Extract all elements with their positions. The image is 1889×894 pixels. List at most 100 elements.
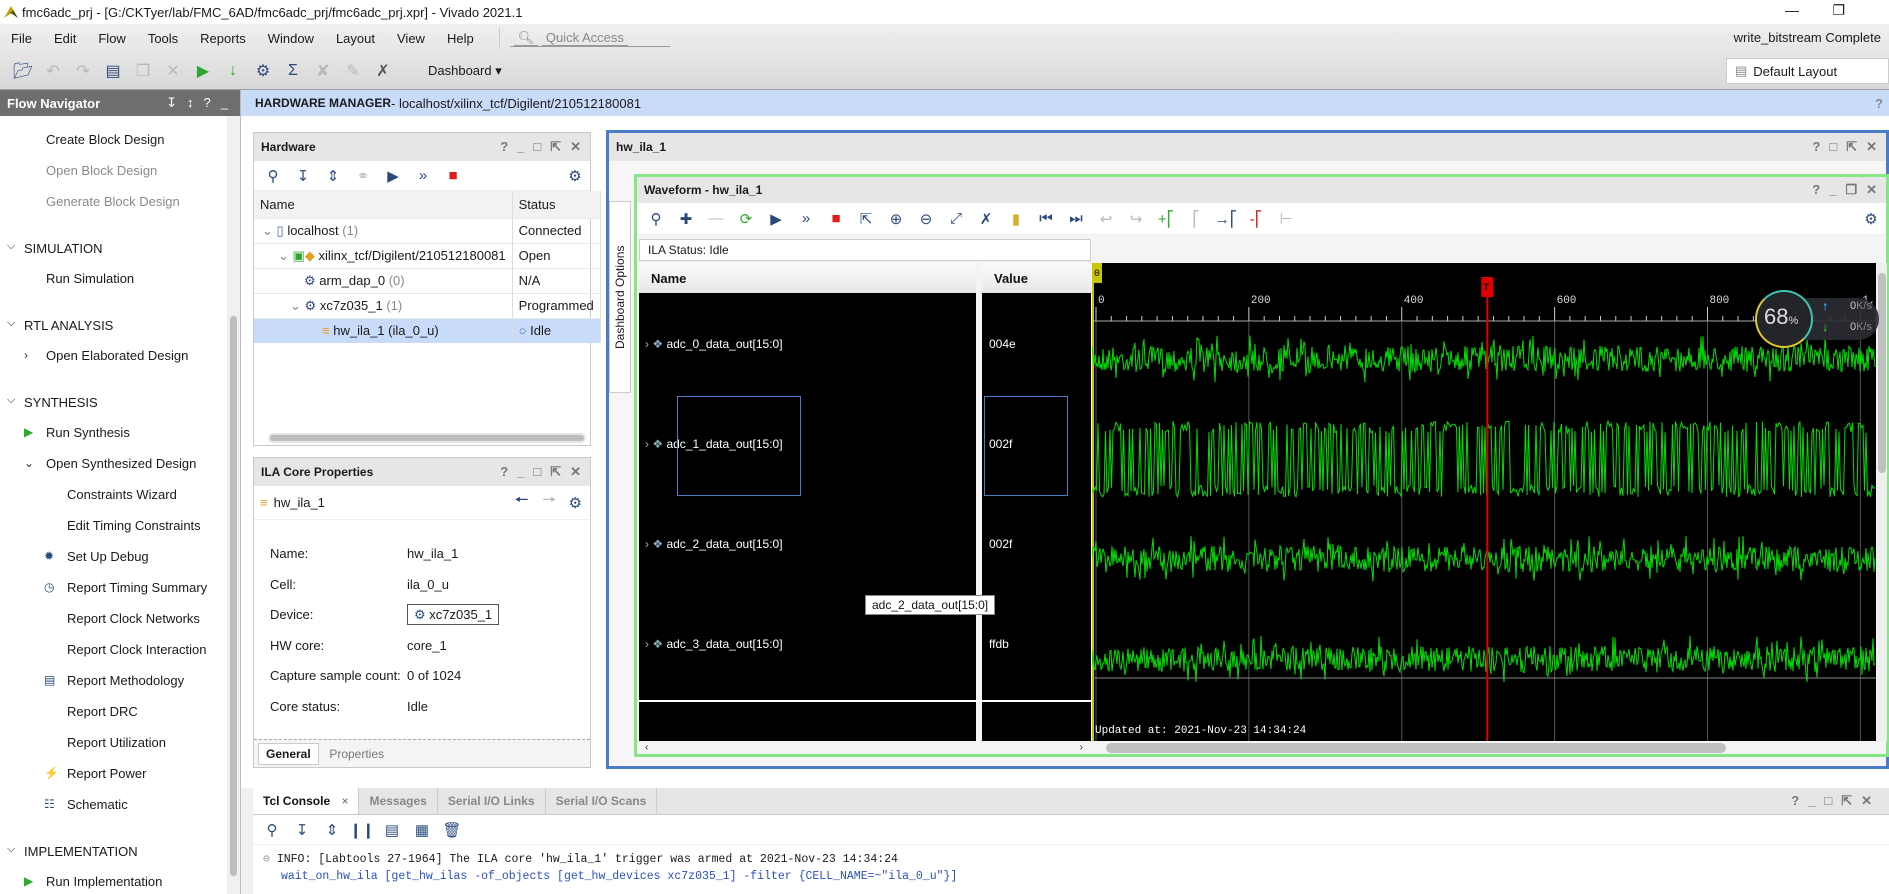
column-status[interactable]: Status (512, 191, 601, 218)
navigator-scrollbar[interactable] (227, 116, 240, 894)
menu-layout[interactable]: Layout (325, 31, 386, 46)
nav-item-edit-timing-constraints[interactable]: Edit Timing Constraints (0, 510, 228, 541)
run-trigger-immediate-icon[interactable]: » (408, 167, 438, 184)
tree-row-target[interactable]: ⌄ ▣◆ xilinx_tcf/Digilent/210512180081 Ope… (254, 242, 601, 268)
refresh-icon[interactable]: ⟳ (731, 210, 761, 228)
nav-item-run-implementation[interactable]: ▶ Run Implementation (0, 866, 228, 894)
copy-icon[interactable]: ▤ (377, 821, 407, 839)
tool2-icon[interactable]: ✎ (338, 61, 368, 81)
nav-item-report-utilization[interactable]: Report Utilization (0, 727, 228, 758)
debug-icon[interactable]: ✗ (368, 61, 398, 81)
navigator-controls[interactable]: ↧↕?_ (166, 95, 240, 111)
chevron-right-icon[interactable]: › (645, 437, 649, 451)
delete-marker-icon[interactable]: -⎡ (1241, 210, 1271, 228)
panel-controls[interactable]: ?□⇱✕ (1812, 139, 1886, 155)
panel-controls[interactable]: ?_□⇱✕ (500, 464, 590, 480)
tab-messages[interactable]: Messages (359, 788, 438, 814)
chevron-right-icon[interactable]: › (645, 637, 649, 651)
remove-icon[interactable]: — (701, 210, 731, 227)
dashboard-options-tab[interactable]: Dashboard Options (609, 201, 631, 393)
next-marker-icon[interactable]: →⎡ (1211, 210, 1241, 228)
zoom-fit-icon[interactable]: ⤢ (941, 210, 971, 227)
restore-icon[interactable]: ❐ (1832, 2, 1845, 19)
go-to-cursor-icon[interactable]: ▮ (1001, 210, 1031, 228)
column-name[interactable]: Name (254, 191, 513, 218)
layout-selector[interactable]: ▤ Default Layout (1726, 58, 1889, 84)
panel-controls[interactable]: ?_□⇱✕ (500, 139, 590, 155)
prev-transition-icon[interactable]: ↩ (1091, 210, 1121, 228)
quick-access-input[interactable]: Quick Access (541, 29, 628, 46)
nav-section-rtl-analysis[interactable]: RTL ANALYSIS (0, 309, 228, 340)
nav-item-open-block-design[interactable]: Open Block Design (0, 155, 228, 186)
menu-view[interactable]: View (386, 31, 436, 46)
menu-reports[interactable]: Reports (189, 31, 257, 46)
collapse-all-icon[interactable]: ↧ (288, 167, 318, 185)
panel-controls[interactable]: ?_□⇱✕ (1791, 793, 1881, 809)
settings-icon[interactable]: ⚙ (569, 494, 582, 512)
nav-section-simulation[interactable]: SIMULATION (0, 232, 228, 263)
swap-cursors-icon[interactable]: ⊢ (1271, 210, 1301, 228)
device-link[interactable]: ⚙ xc7z035_1 (407, 604, 500, 626)
nav-item-open-elaborated-design[interactable]: › Open Elaborated Design (0, 340, 228, 371)
help-icon[interactable]: ? (1875, 96, 1883, 111)
generate-bitstream-icon[interactable]: ↓ (218, 62, 248, 80)
column-value[interactable]: Value (982, 263, 1091, 293)
nav-item-generate-block-design[interactable]: Generate Block Design (0, 186, 228, 217)
dashboard-dropdown[interactable]: Dashboard ▾ (428, 63, 502, 79)
menu-window[interactable]: Window (257, 31, 325, 46)
zoom-in-icon[interactable]: ⊕ (881, 210, 911, 228)
go-to-end-icon[interactable]: ⏭ (1061, 210, 1091, 227)
panel-controls[interactable]: ?_❐✕ (1812, 182, 1886, 198)
nav-item-report-timing-summary[interactable]: ◷ Report Timing Summary (0, 572, 228, 603)
pause-icon[interactable]: ❙❙ (347, 821, 377, 839)
tab-properties[interactable]: Properties (322, 744, 391, 764)
settings-icon[interactable]: ⚙ (560, 167, 590, 185)
run-icon[interactable]: ▶ (188, 61, 218, 81)
expand-all-icon[interactable]: ⇕ (317, 821, 347, 839)
hw-ila-tab-title[interactable]: hw_ila_1 (616, 140, 666, 154)
nav-item-report-clock-networks[interactable]: Report Clock Networks (0, 603, 228, 634)
sigma-icon[interactable]: Σ (278, 62, 308, 80)
tab-serial-io-scans[interactable]: Serial I/O Scans (546, 788, 658, 814)
redo-icon[interactable]: ↷ (68, 61, 98, 81)
add-icon[interactable]: ✚ (671, 210, 701, 228)
zoom-out-icon[interactable]: ⊖ (911, 210, 941, 228)
tree-row-arm-dap[interactable]: ⚙ arm_dap_0 (0) N/A (254, 267, 601, 293)
nav-item-run-synthesis[interactable]: ▶ Run Synthesis (0, 417, 228, 448)
nav-item-set-up-debug[interactable]: ✹ Set Up Debug (0, 541, 228, 572)
nav-item-run-simulation[interactable]: Run Simulation (0, 263, 228, 294)
chevron-down-icon[interactable]: ⌄ (262, 223, 273, 238)
menu-help[interactable]: Help (436, 31, 485, 46)
signal-row[interactable]: › ❖ adc_2_data_out[15:0] (645, 537, 783, 551)
prev-marker-icon[interactable]: ⎡ (1181, 210, 1211, 228)
nav-item-constraints-wizard[interactable]: Constraints Wizard (0, 479, 228, 510)
tool-icon[interactable]: ✘ (308, 61, 338, 81)
settings-icon[interactable]: ⚙ (1856, 210, 1886, 228)
minimize-icon[interactable]: — (1785, 2, 1799, 18)
chevron-right-icon[interactable]: › (645, 337, 649, 351)
menu-edit[interactable]: Edit (43, 31, 87, 46)
column-name[interactable]: Name (639, 263, 976, 293)
menu-flow[interactable]: Flow (87, 31, 136, 46)
table-icon[interactable]: ▦ (407, 821, 437, 839)
menu-tools[interactable]: Tools (137, 31, 189, 46)
run-trigger-icon[interactable]: ▶ (378, 167, 408, 185)
expand-all-icon[interactable]: ⇕ (318, 167, 348, 185)
next-transition-icon[interactable]: ↪ (1121, 210, 1151, 228)
chevron-right-icon[interactable]: › (645, 537, 649, 551)
cursor-icon[interactable]: ✗ (971, 210, 1001, 228)
search-icon[interactable]: ⚲ (641, 210, 671, 228)
nav-item-open-synthesized-design[interactable]: ⌄ Open Synthesized Design (0, 448, 228, 479)
delete-icon[interactable]: ✕ (158, 61, 188, 81)
stop-icon[interactable]: ■ (821, 210, 851, 227)
report-icon[interactable]: ▤ (98, 61, 128, 81)
nav-item-report-drc[interactable]: Report DRC (0, 696, 228, 727)
collapse-all-icon[interactable]: ↧ (287, 821, 317, 839)
waveform-scrollbar[interactable] (1092, 742, 1876, 754)
tab-general[interactable]: General (258, 743, 319, 765)
menu-file[interactable]: File (0, 31, 43, 46)
settings-icon[interactable]: ⚙ (248, 61, 278, 81)
name-scrollbar[interactable]: ‹ › (639, 742, 1091, 754)
export-icon[interactable]: ⇱ (851, 210, 881, 228)
nav-section-synthesis[interactable]: SYNTHESIS (0, 386, 228, 417)
